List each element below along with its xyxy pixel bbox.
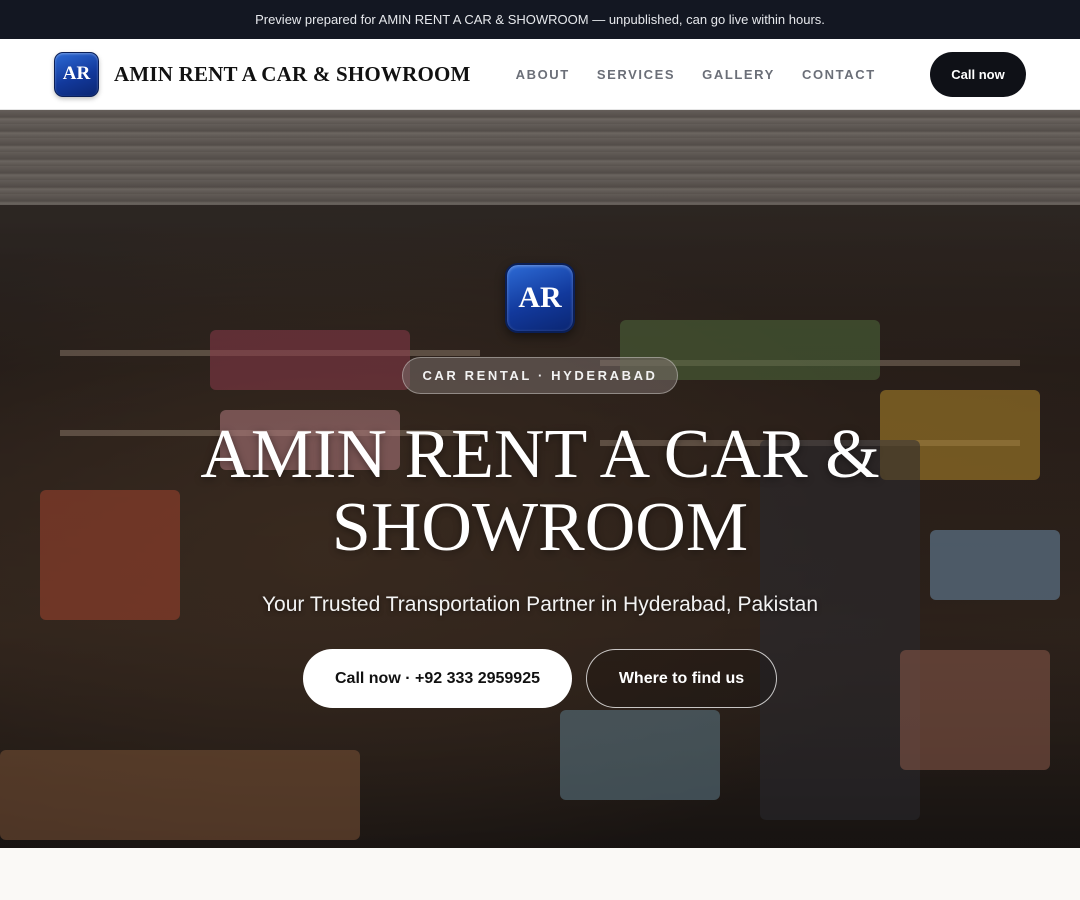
hero-subtitle: Your Trusted Transportation Partner in H… xyxy=(261,593,819,616)
nav-link-contact[interactable]: CONTACT xyxy=(802,67,876,82)
hero-location-button[interactable]: Where to find us xyxy=(586,649,777,708)
hero-call-button[interactable]: Call now · +92 333 2959925 xyxy=(303,649,572,708)
brand-name[interactable]: AMIN RENT A CAR & SHOWROOM xyxy=(114,62,471,87)
hero-logo-initials: AR xyxy=(518,281,562,314)
hero-section: AR CAR RENTAL · HYDERABAD AMIN RENT A CA… xyxy=(0,110,1080,848)
brand-logo-initials: AR xyxy=(62,63,91,84)
hero-title: AMIN RENT A CAR & SHOWROOM xyxy=(200,416,880,566)
nav-link-gallery[interactable]: GALLERY xyxy=(702,67,775,82)
hero-content: AR CAR RENTAL · HYDERABAD AMIN RENT A CA… xyxy=(0,110,1080,848)
brand-logo[interactable]: AR xyxy=(54,51,99,97)
preview-banner-text: Preview prepared for AMIN RENT A CAR & S… xyxy=(255,12,825,27)
top-navbar: AR AMIN RENT A CAR & SHOWROOM ABOUT SERV… xyxy=(0,39,1080,110)
next-section xyxy=(0,848,1080,900)
preview-banner: Preview prepared for AMIN RENT A CAR & S… xyxy=(0,0,1080,39)
nav-link-about[interactable]: ABOUT xyxy=(516,67,570,82)
hero-buttons: Call now · +92 333 2959925 Where to find… xyxy=(303,649,777,708)
hero-logo: AR xyxy=(505,263,575,333)
nav-call-button[interactable]: Call now xyxy=(930,52,1026,97)
hero-eyebrow-badge: CAR RENTAL · HYDERABAD xyxy=(402,357,678,394)
nav-links: ABOUT SERVICES GALLERY CONTACT xyxy=(516,67,876,82)
nav-link-services[interactable]: SERVICES xyxy=(597,67,675,82)
